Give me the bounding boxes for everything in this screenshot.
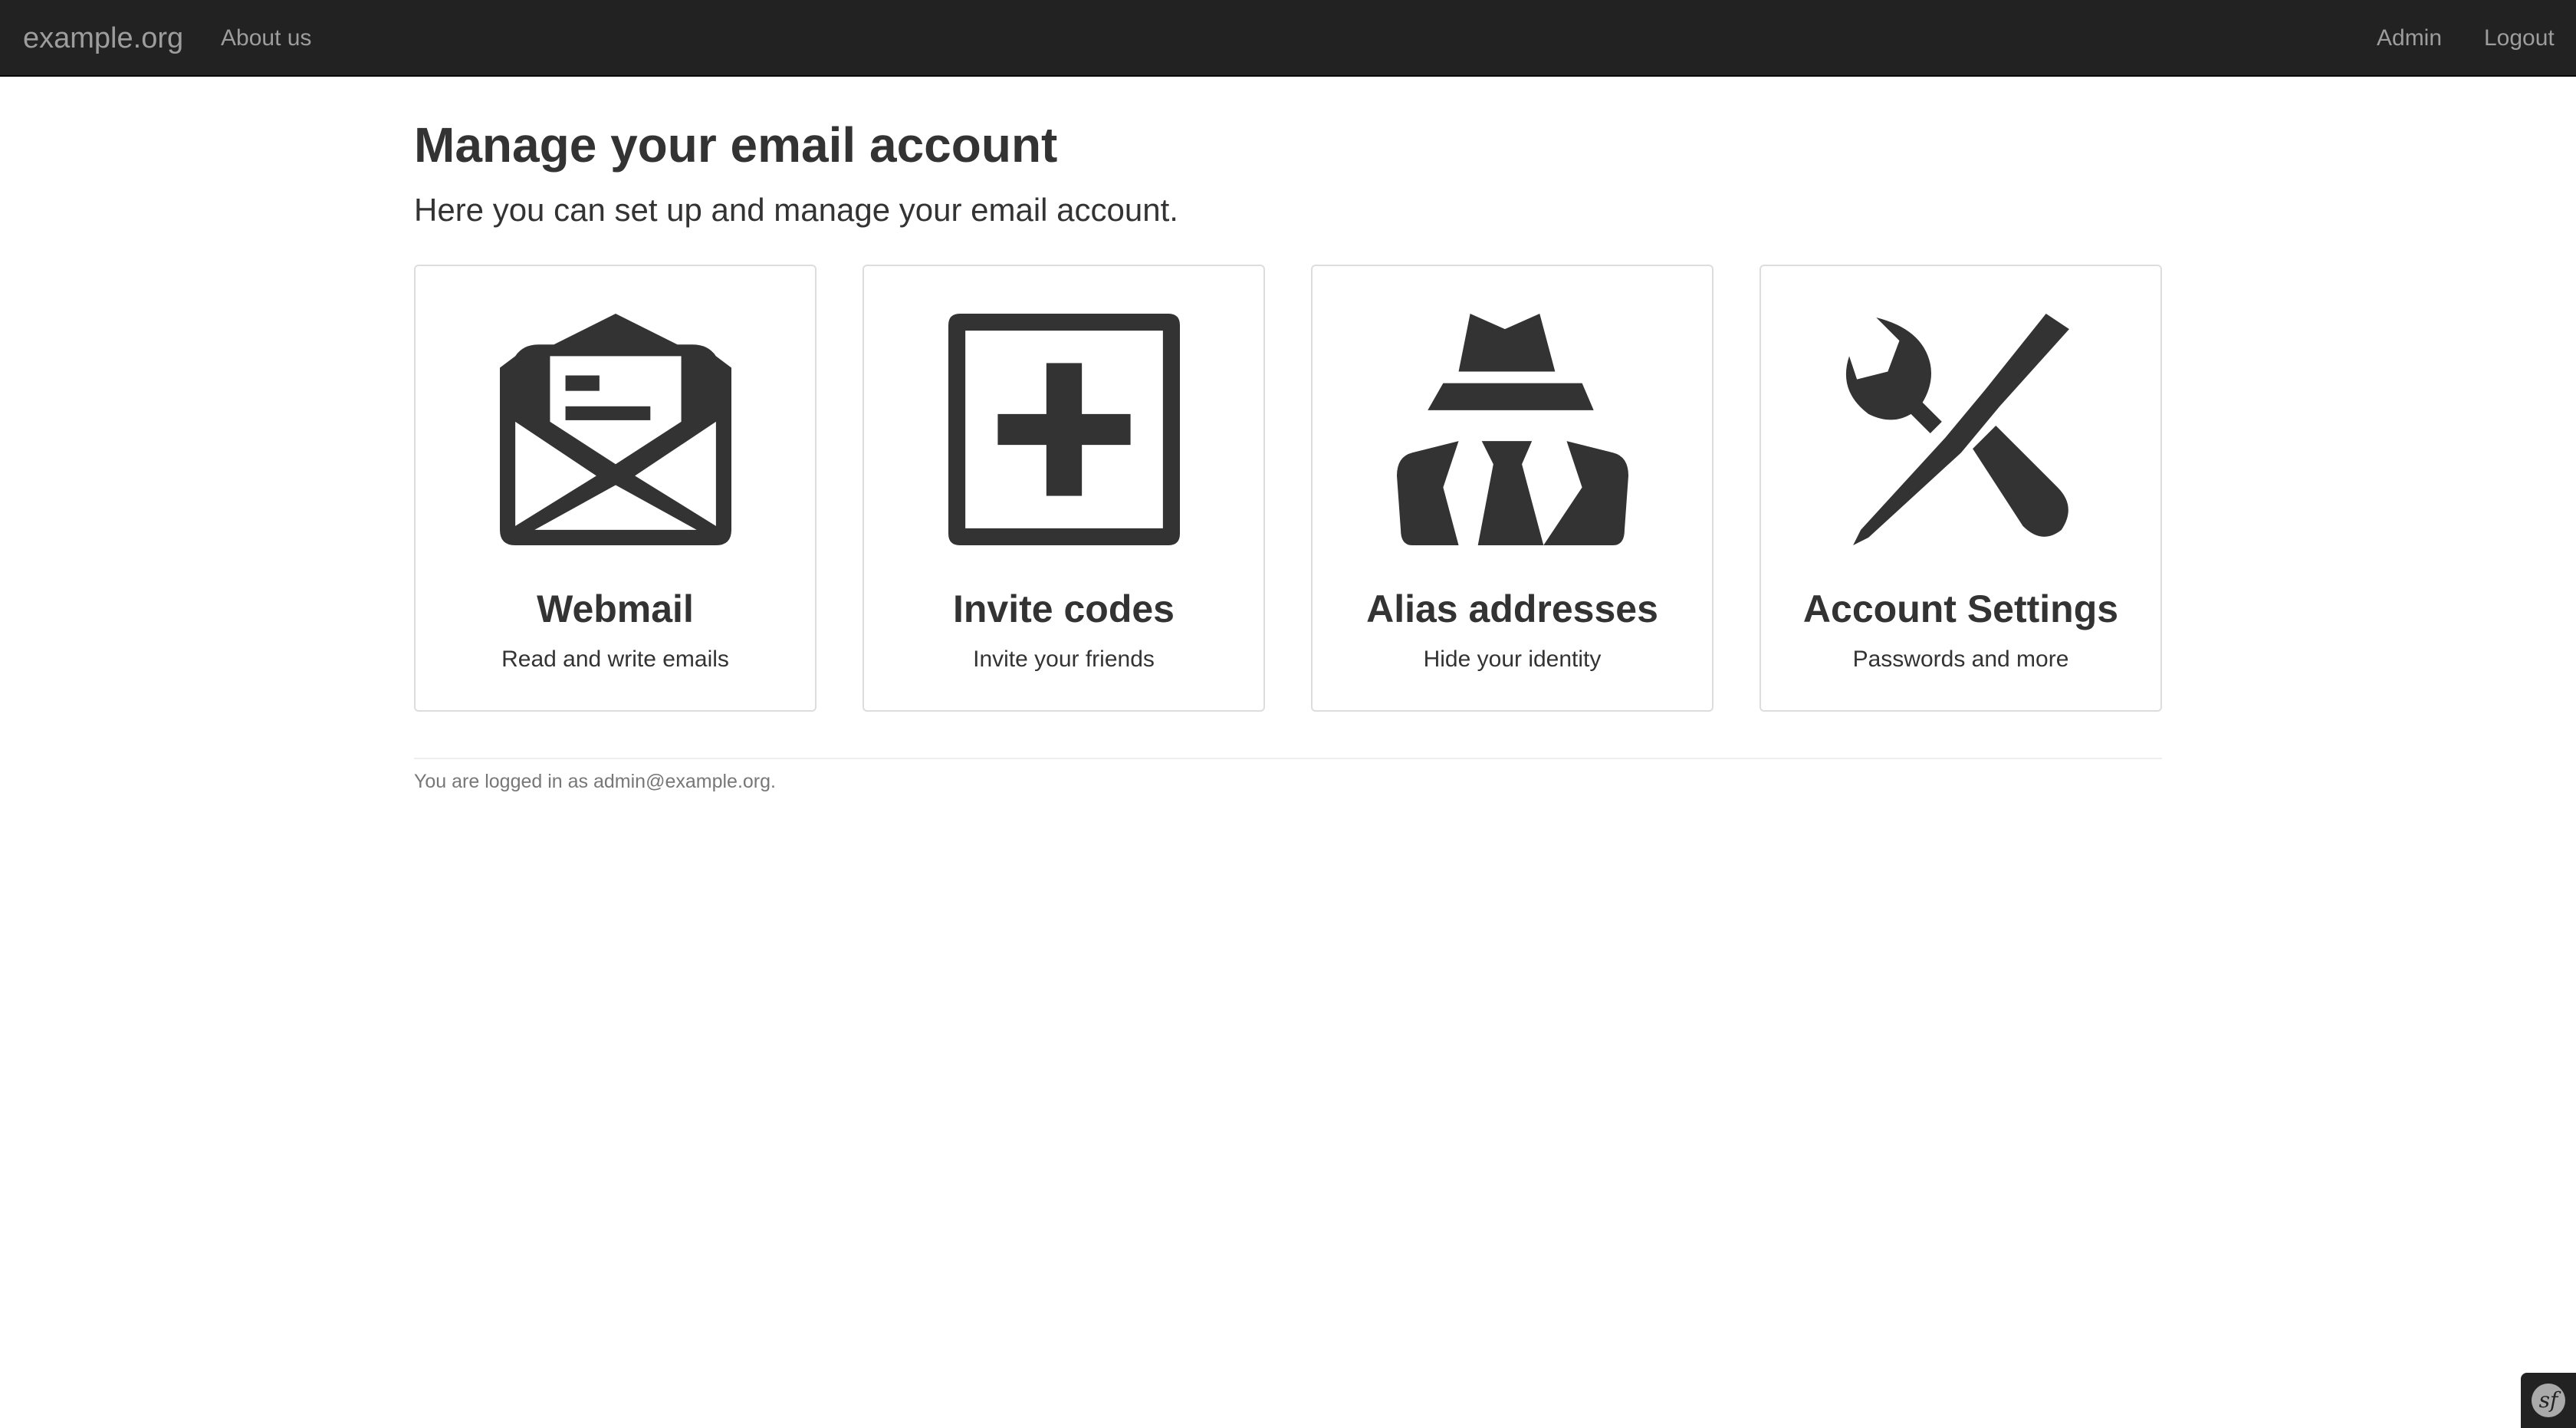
tile-title: Webmail <box>537 587 694 630</box>
tile-description: Invite your friends <box>973 647 1155 672</box>
wrench-screwdriver-icon <box>1845 314 2077 545</box>
page-title: Manage your email account <box>414 117 1058 173</box>
nav-logout-link[interactable]: Logout <box>2484 0 2555 77</box>
invite-codes-tile[interactable]: Invite codes Invite your friends <box>863 265 1265 712</box>
page-lead: Here you can set up and manage your emai… <box>414 192 1178 228</box>
tile-description: Hide your identity <box>1423 647 1602 672</box>
plus-square-icon <box>948 314 1180 545</box>
tile-title: Account Settings <box>1802 587 2119 630</box>
logged-in-status: You are logged in as admin@example.org. <box>414 771 776 792</box>
envelope-open-icon <box>500 314 731 545</box>
debug-toolbar-toggle[interactable]: sf <box>2521 1373 2576 1428</box>
footer-divider <box>414 758 2162 759</box>
nav-about-link[interactable]: About us <box>221 0 311 77</box>
tile-title: Alias addresses <box>1366 587 1658 630</box>
alias-addresses-tile[interactable]: Alias addresses Hide your identity <box>1311 265 1714 712</box>
tile-description: Read and write emails <box>501 647 729 672</box>
account-settings-tile[interactable]: Account Settings Passwords and more <box>1760 265 2162 712</box>
brand-link[interactable]: example.org <box>23 0 183 77</box>
incognito-icon <box>1397 314 1628 545</box>
symfony-logo-icon: sf <box>2532 1384 2565 1417</box>
tile-description: Passwords and more <box>1852 647 2069 672</box>
top-navbar: example.org About us Admin Logout <box>0 0 2576 77</box>
nav-admin-link[interactable]: Admin <box>2377 0 2442 77</box>
webmail-tile[interactable]: Webmail Read and write emails <box>414 265 816 712</box>
tile-title: Invite codes <box>953 587 1175 630</box>
